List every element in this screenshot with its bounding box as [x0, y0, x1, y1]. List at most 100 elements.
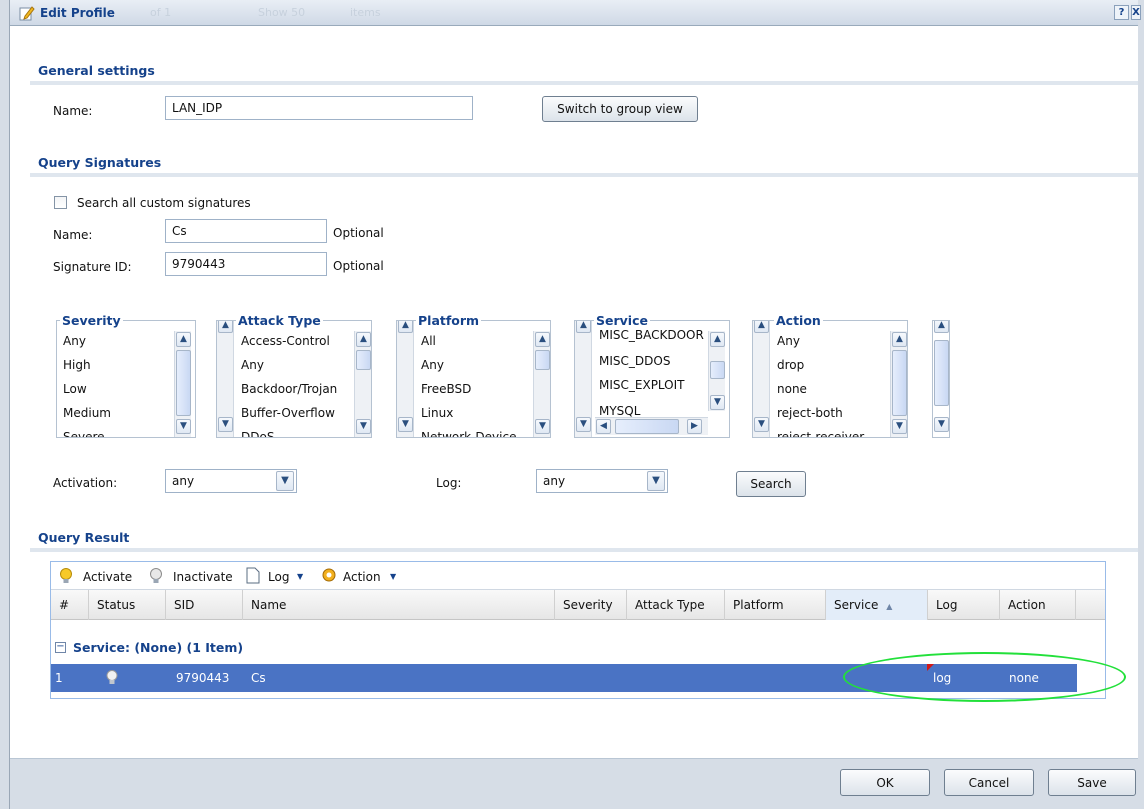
list-item[interactable]: MISC_EXPLOIT [599, 373, 685, 397]
bulb-off-icon[interactable] [106, 670, 118, 685]
profile-name-input[interactable]: LAN_IDP [165, 96, 473, 120]
action-listbox[interactable]: ▲ ▼ Any drop none reject-both reject-rec… [752, 320, 908, 438]
scroll-thumb[interactable] [892, 350, 907, 416]
scrollbar[interactable]: ▲ ▼ [397, 321, 414, 437]
list-item[interactable]: Access-Control [241, 329, 330, 353]
chevron-up-icon[interactable]: ▲ [576, 321, 591, 333]
close-button[interactable]: X [1131, 5, 1141, 20]
list-item[interactable]: Buffer-Overflow [241, 401, 335, 425]
chevron-up-icon[interactable]: ▲ [710, 332, 725, 347]
column-header[interactable]: SID [166, 590, 243, 620]
scroll-thumb[interactable] [710, 361, 725, 379]
chevron-down-icon[interactable]: ▼ [710, 395, 725, 410]
scroll-thumb[interactable] [176, 350, 191, 416]
chevron-down-icon[interactable]: ▼ [398, 417, 413, 432]
dropdown-arrow-icon[interactable]: ▼ [390, 572, 396, 581]
scroll-thumb[interactable] [615, 419, 679, 434]
chevron-down-icon[interactable]: ▼ [176, 419, 191, 434]
chevron-down-icon[interactable]: ▼ [892, 419, 907, 434]
scrollbar[interactable]: ▲ ▼ [354, 331, 371, 437]
signature-id-input[interactable]: 9790443 [165, 252, 327, 276]
chevron-up-icon[interactable]: ▲ [892, 332, 907, 347]
chevron-right-icon[interactable]: ▶ [687, 419, 702, 434]
column-header[interactable]: Platform [725, 590, 826, 620]
ok-button[interactable]: OK [840, 769, 930, 796]
list-item[interactable]: FreeBSD [421, 377, 471, 401]
chevron-up-icon[interactable]: ▲ [356, 332, 371, 347]
log-select[interactable]: any ▼ [536, 469, 668, 493]
platform-listbox[interactable]: ▲ ▼ All Any FreeBSD Linux Network-Device… [396, 320, 551, 438]
list-item[interactable]: reject-both [777, 401, 843, 425]
list-item[interactable]: none [777, 377, 807, 401]
chevron-down-icon[interactable]: ▼ [276, 471, 294, 491]
chevron-up-icon[interactable]: ▲ [218, 321, 233, 333]
column-header[interactable]: Status [89, 590, 166, 620]
list-item[interactable]: All [421, 329, 436, 353]
signature-name-input[interactable]: Cs [165, 219, 327, 243]
log-menu-button[interactable]: Log [268, 570, 289, 584]
list-item[interactable]: DDoS [241, 425, 274, 437]
column-header[interactable]: Severity [555, 590, 627, 620]
scroll-thumb[interactable] [356, 350, 371, 370]
column-header[interactable]: Action [1000, 590, 1076, 620]
list-item[interactable]: Any [241, 353, 264, 377]
chevron-up-icon[interactable]: ▲ [934, 321, 949, 333]
search-button[interactable]: Search [736, 471, 806, 497]
dropdown-arrow-icon[interactable]: ▼ [297, 572, 303, 581]
search-all-custom-checkbox[interactable] [54, 196, 67, 209]
column-header[interactable]: Name [243, 590, 555, 620]
list-item[interactable]: Any [777, 329, 800, 353]
chevron-left-icon[interactable]: ◀ [596, 419, 611, 434]
scroll-thumb[interactable] [934, 340, 949, 406]
list-item[interactable]: Any [421, 353, 444, 377]
column-header-sorted[interactable]: Service ▲ [826, 590, 928, 620]
scrollbar[interactable]: ▲ ▼ [575, 321, 592, 437]
cancel-button[interactable]: Cancel [944, 769, 1034, 796]
chevron-down-icon[interactable]: ▼ [576, 417, 591, 432]
chevron-down-icon[interactable]: ▼ [535, 419, 550, 434]
clipped-listbox-scrollbar[interactable]: ▲ ▼ [932, 320, 950, 438]
action-menu-button[interactable]: Action [343, 570, 381, 584]
service-listbox[interactable]: ▲ ▼ MISC_BACKDOOR MISC_DDOS MISC_EXPLOIT… [574, 320, 730, 438]
chevron-up-icon[interactable]: ▲ [754, 321, 769, 333]
attack-type-listbox[interactable]: ▲ ▼ Access-Control Any Backdoor/Trojan B… [216, 320, 372, 438]
list-item[interactable]: Low [63, 377, 87, 401]
list-item[interactable]: Medium [63, 401, 111, 425]
column-header[interactable]: Attack Type [627, 590, 725, 620]
chevron-down-icon[interactable]: ▼ [356, 419, 371, 434]
chevron-up-icon[interactable]: ▲ [535, 332, 550, 347]
chevron-down-icon[interactable]: ▼ [754, 417, 769, 432]
chevron-down-icon[interactable]: ▼ [218, 417, 233, 432]
list-item[interactable]: reject-receiver [777, 425, 864, 437]
activation-select[interactable]: any ▼ [165, 469, 297, 493]
collapse-group-icon[interactable]: − [55, 642, 66, 653]
scrollbar[interactable]: ▲ ▼ [533, 331, 550, 437]
severity-listbox[interactable]: Any High Low Medium Severe ▲ ▼ [56, 320, 196, 438]
chevron-up-icon[interactable]: ▲ [398, 321, 413, 333]
list-item[interactable]: Backdoor/Trojan [241, 377, 337, 401]
scroll-thumb[interactable] [535, 350, 550, 370]
list-item[interactable]: Severe [63, 425, 105, 437]
chevron-down-icon[interactable]: ▼ [647, 471, 665, 491]
list-item[interactable]: Any [63, 329, 86, 353]
horizontal-scrollbar[interactable]: ◀ ▶ [595, 417, 708, 435]
save-button[interactable]: Save [1048, 769, 1136, 796]
list-item[interactable]: Linux [421, 401, 453, 425]
scrollbar[interactable]: ▲ ▼ [217, 321, 234, 437]
chevron-up-icon[interactable]: ▲ [176, 332, 191, 347]
column-header[interactable]: # [51, 590, 89, 620]
list-item[interactable]: Network-Device [421, 425, 516, 437]
inactivate-button[interactable]: Inactivate [173, 570, 233, 584]
chevron-down-icon[interactable]: ▼ [934, 417, 949, 432]
column-header[interactable]: Log [928, 590, 1000, 620]
list-item[interactable]: MISC_DDOS [599, 349, 670, 373]
scrollbar[interactable]: ▲ ▼ [753, 321, 770, 437]
list-item[interactable]: High [63, 353, 91, 377]
help-button[interactable]: ? [1114, 5, 1129, 20]
switch-to-group-view-button[interactable]: Switch to group view [542, 96, 698, 122]
activate-button[interactable]: Activate [83, 570, 132, 584]
scrollbar[interactable]: ▲ ▼ [708, 331, 725, 411]
scrollbar[interactable]: ▲ ▼ [174, 331, 191, 437]
scrollbar[interactable]: ▲ ▼ [890, 331, 907, 437]
list-item[interactable]: drop [777, 353, 804, 377]
